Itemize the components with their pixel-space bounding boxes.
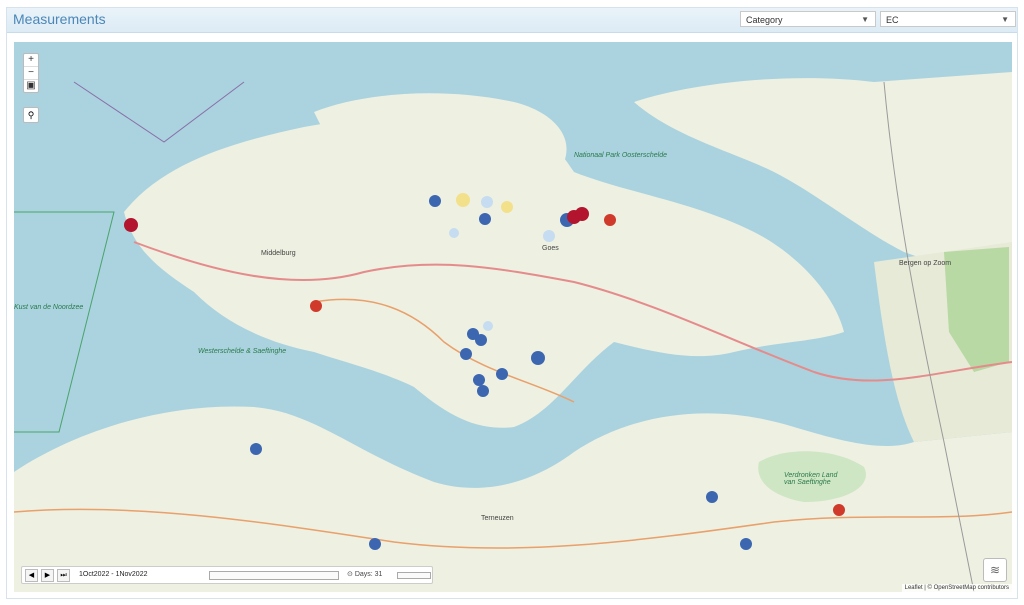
step-back-button[interactable]: ◀ [25, 569, 38, 582]
measurement-marker[interactable] [475, 334, 487, 346]
panel-header: Measurements Category ▼ EC ▼ [7, 8, 1017, 33]
speed-slider[interactable] [397, 572, 431, 579]
step-forward-button[interactable]: ⏭ [57, 569, 70, 582]
chevron-down-icon: ▼ [1001, 15, 1009, 24]
zoom-control: + − ▣ [23, 53, 39, 93]
zoom-out-button[interactable]: − [24, 67, 38, 80]
chevron-down-icon: ▼ [861, 15, 869, 24]
measurements-panel: Measurements Category ▼ EC ▼ Kust van de… [6, 7, 1018, 599]
measurement-marker[interactable] [449, 228, 459, 238]
measurement-marker[interactable] [479, 213, 491, 225]
saeftinghe-label: Verdronken Land van Saeftinghe [784, 472, 838, 486]
boundary-line [14, 211, 115, 433]
measurement-marker[interactable] [833, 504, 845, 516]
speed-value: Days: 31 [354, 571, 383, 578]
category-select-value: Category [746, 15, 783, 25]
oosterschelde-label: Nationaal Park Oosterschelde [574, 152, 667, 159]
parameter-select[interactable]: EC ▼ [880, 11, 1016, 27]
land-island [314, 93, 567, 165]
map-view[interactable]: Kust van de Noordzee Westerschelde & Sae… [14, 42, 1012, 592]
category-select[interactable]: Category ▼ [740, 11, 876, 27]
play-button[interactable]: ▶ [41, 569, 54, 582]
zoom-in-button[interactable]: + [24, 54, 38, 67]
panel-title: Measurements [13, 11, 106, 27]
admin-boundary [73, 81, 245, 143]
map-attribution[interactable]: Leaflet | © OpenStreetMap contributors [901, 584, 1012, 592]
time-range-label: 1Oct2022 - 1Nov2022 [79, 571, 148, 578]
layers-icon[interactable]: ≋ [983, 558, 1007, 582]
timeline-control: ◀ ▶ ⏭ 1Oct2022 - 1Nov2022 ⊙ Days: 31 [21, 566, 433, 584]
measurement-marker[interactable] [481, 196, 493, 208]
fullscreen-button[interactable]: ▣ [24, 80, 38, 92]
measurement-marker[interactable] [501, 201, 513, 213]
measurement-marker[interactable] [250, 443, 262, 455]
measurement-marker[interactable] [496, 368, 508, 380]
locate-icon[interactable]: ⚲ [23, 107, 39, 123]
measurement-marker[interactable] [456, 193, 470, 207]
measurement-marker[interactable] [483, 321, 493, 331]
measurement-marker[interactable] [575, 207, 589, 221]
westerschelde-label: Westerschelde & Saeftinghe [198, 348, 287, 355]
measurement-marker[interactable] [124, 218, 138, 232]
middelburg-label: Middelburg [261, 250, 296, 257]
goes-label: Goes [542, 245, 559, 252]
time-slider[interactable] [209, 571, 339, 580]
terneuzen-label: Terneuzen [481, 515, 514, 522]
bergen-label: Bergen op Zoom [899, 260, 952, 267]
map-canvas [14, 72, 1012, 592]
measurement-marker[interactable] [310, 300, 322, 312]
parameter-select-value: EC [886, 15, 899, 25]
measurement-marker[interactable] [369, 538, 381, 550]
sea-left-label: Kust van de Noordzee [14, 304, 84, 311]
measurement-marker[interactable] [604, 214, 616, 226]
measurement-marker[interactable] [531, 351, 545, 365]
measurement-marker[interactable] [543, 230, 555, 242]
measurement-marker[interactable] [477, 385, 489, 397]
measurement-marker[interactable] [473, 374, 485, 386]
speed-label: ⊙ Days: 31 [347, 571, 383, 578]
measurement-marker[interactable] [460, 348, 472, 360]
measurement-marker[interactable] [740, 538, 752, 550]
measurement-marker[interactable] [706, 491, 718, 503]
measurement-marker[interactable] [429, 195, 441, 207]
land-south [14, 406, 1012, 592]
